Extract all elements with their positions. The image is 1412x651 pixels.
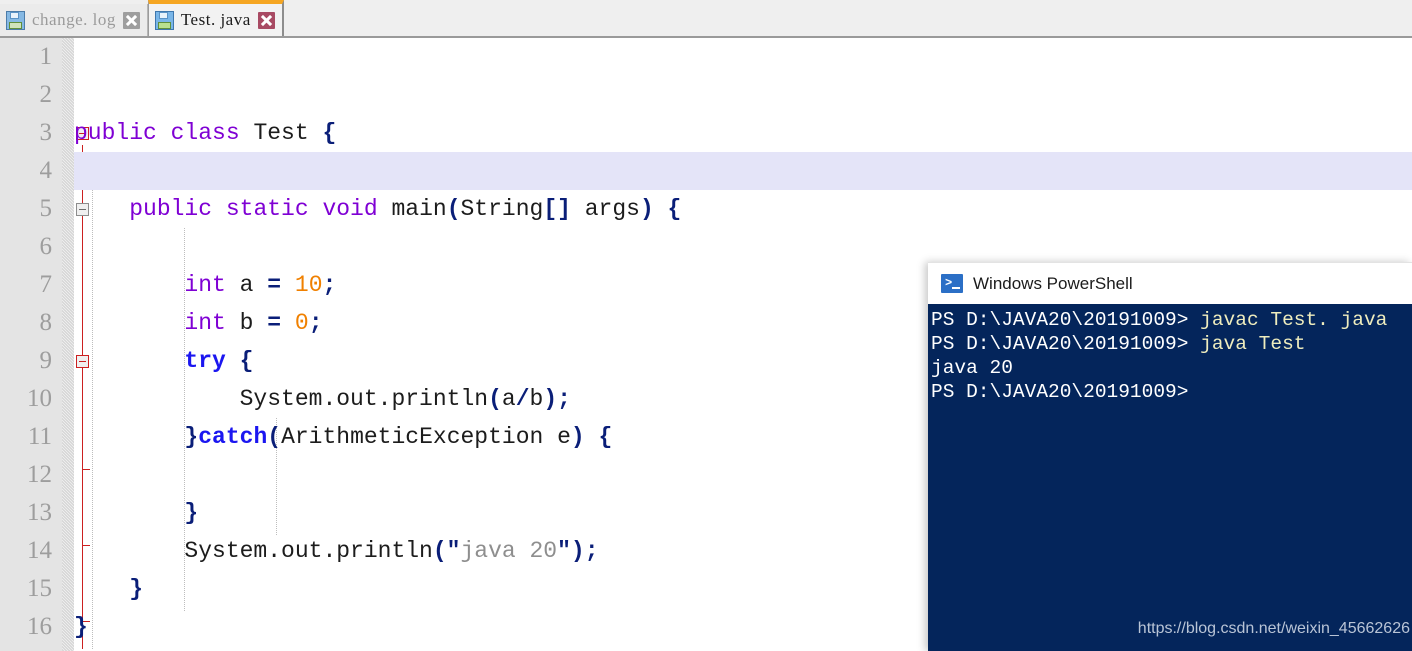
- gutter-hatch-strip: [62, 38, 74, 651]
- line-number: 2: [39, 81, 53, 108]
- line-number: 8: [39, 309, 53, 336]
- line-number: 13: [27, 499, 52, 526]
- powershell-icon: >: [941, 274, 963, 293]
- line-number: 4: [39, 157, 53, 184]
- line-number: 5: [39, 195, 53, 222]
- line-number: 7: [39, 271, 53, 298]
- tab-test-java[interactable]: Test. java: [147, 0, 284, 36]
- tab-label: change. log: [32, 10, 116, 29]
- console-prompt: PS D:\JAVA20\20191009>: [931, 309, 1201, 331]
- console-line: PS D:\JAVA20\20191009> javac Test. java: [930, 308, 1412, 332]
- close-icon[interactable]: [122, 11, 140, 29]
- powershell-title-bar[interactable]: > Windows PowerShell: [928, 262, 1412, 304]
- floppy-disk-icon: [6, 10, 25, 30]
- line-number: 6: [39, 233, 53, 260]
- line-number: 16: [27, 613, 52, 640]
- floppy-disk-icon: [154, 10, 174, 30]
- line-number: 1: [39, 43, 53, 70]
- powershell-console-output[interactable]: PS D:\JAVA20\20191009> javac Test. java P…: [928, 304, 1412, 651]
- watermark-url: https://blog.csdn.net/weixin_45662626: [1137, 620, 1410, 637]
- line-number: 11: [27, 423, 52, 450]
- tab-label: Test. java: [180, 10, 251, 29]
- powershell-title-text: Windows PowerShell: [973, 273, 1133, 293]
- line-number: 15: [27, 575, 52, 602]
- console-prompt: PS D:\JAVA20\20191009>: [931, 381, 1189, 403]
- console-line: java 20: [930, 356, 1412, 380]
- tab-change-log[interactable]: change. log: [0, 4, 148, 36]
- console-prompt: java 20: [931, 357, 1013, 379]
- line-number: 14: [27, 537, 52, 564]
- line-number: 10: [27, 385, 52, 412]
- current-line-highlight: [74, 152, 1412, 190]
- console-command: java Test: [1200, 333, 1306, 355]
- code-line-3: public class Test {: [74, 120, 337, 146]
- console-line: PS D:\JAVA20\20191009>: [930, 380, 1412, 404]
- console-line: PS D:\JAVA20\20191009> java Test: [930, 332, 1412, 356]
- line-number: 3: [39, 119, 53, 146]
- console-prompt: PS D:\JAVA20\20191009>: [931, 333, 1201, 355]
- line-number: 12: [27, 461, 52, 488]
- editor-tab-bar: change. log Test. java: [0, 0, 1412, 38]
- line-number: 9: [39, 347, 53, 374]
- close-icon[interactable]: [257, 11, 275, 29]
- console-command: javac Test. java: [1200, 309, 1388, 331]
- code-line-5: public static void main(String[] args) {: [129, 196, 682, 222]
- powershell-window[interactable]: > Windows PowerShell PS D:\JAVA20\201910…: [928, 262, 1412, 651]
